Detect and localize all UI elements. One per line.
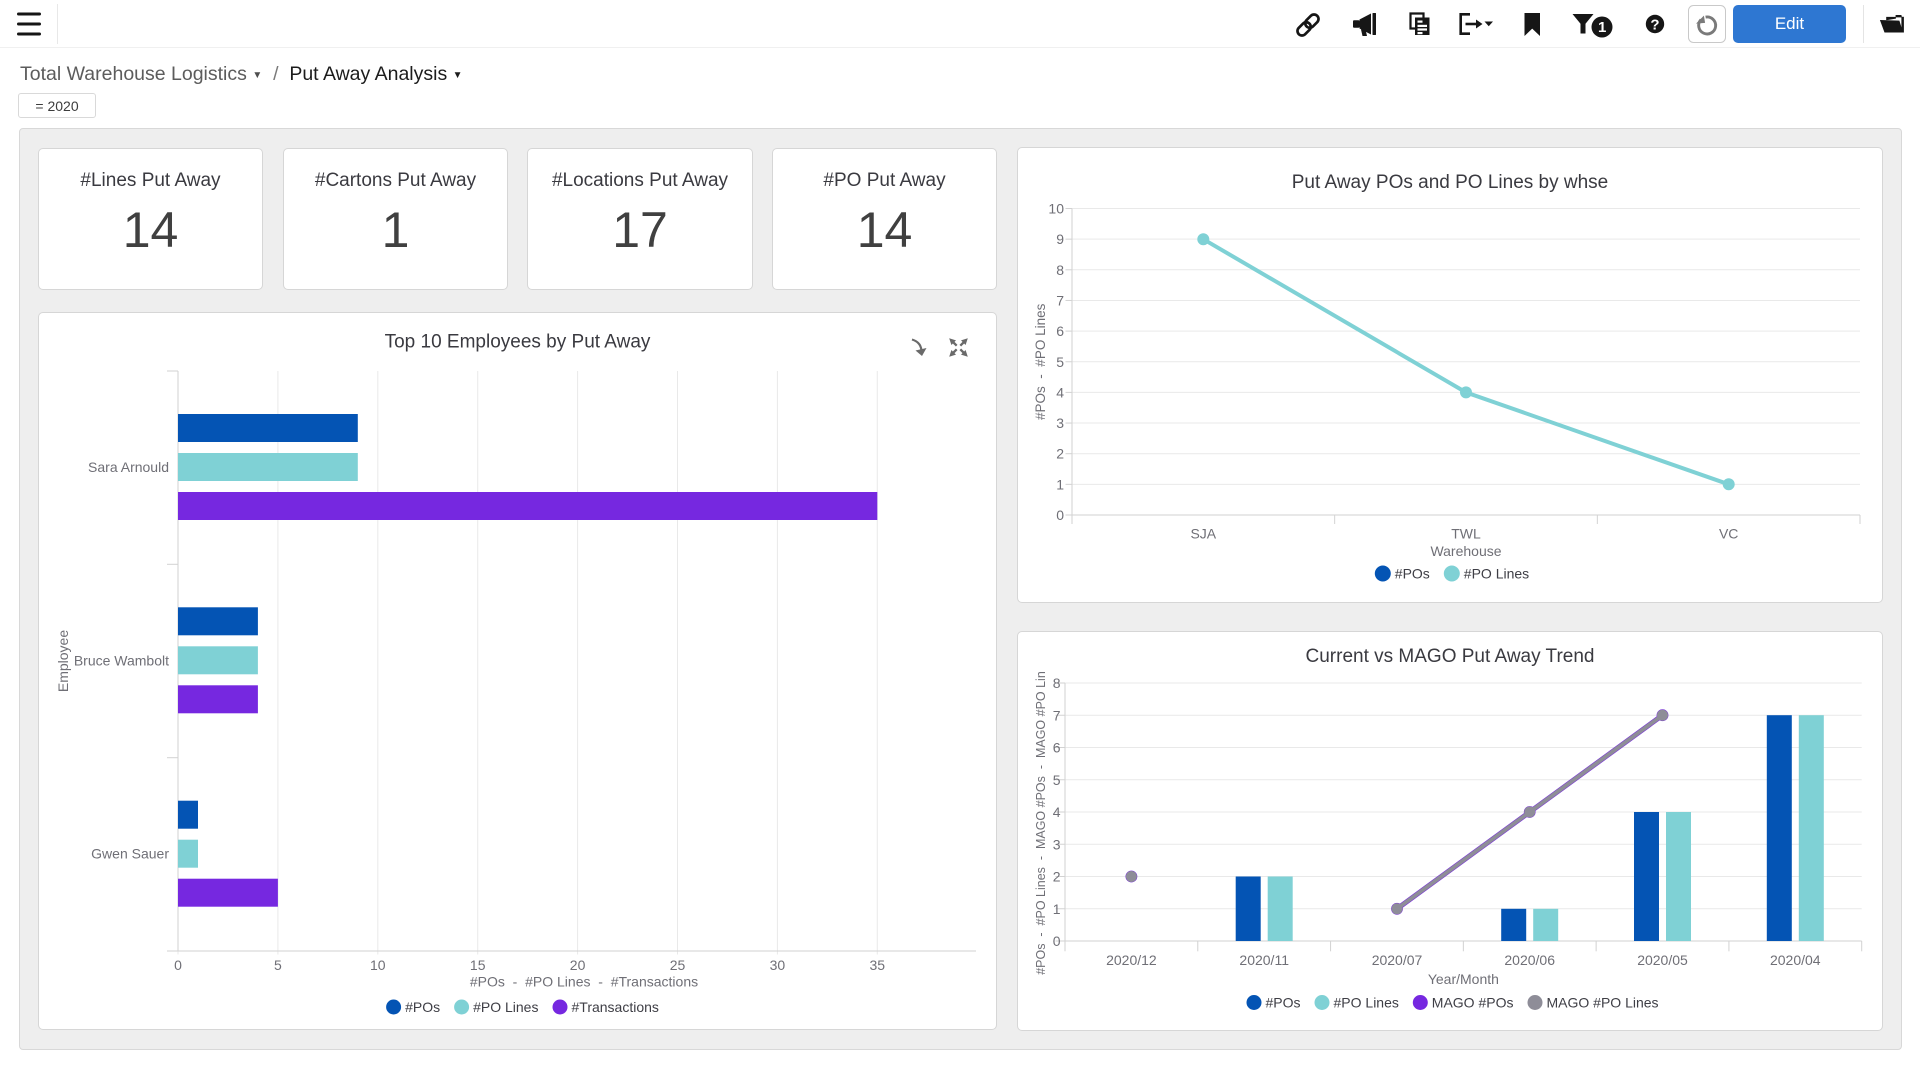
svg-text:#PO Lines: #PO Lines <box>1464 566 1529 582</box>
svg-text:5: 5 <box>1056 354 1064 370</box>
svg-text:2020/07: 2020/07 <box>1372 952 1423 968</box>
svg-text:#POs: #POs <box>405 999 440 1015</box>
svg-text:0: 0 <box>174 957 182 973</box>
svg-text:#POs - #PO Lines - #Transa: #POs - #PO Lines - #Transactions <box>470 974 698 990</box>
svg-text:#POs: #POs <box>1266 995 1301 1011</box>
svg-text:7: 7 <box>1053 707 1061 723</box>
svg-text:3: 3 <box>1056 415 1064 431</box>
svg-text:2020/12: 2020/12 <box>1106 952 1157 968</box>
svg-text:Gwen Sauer: Gwen Sauer <box>91 846 169 862</box>
svg-text:2: 2 <box>1056 446 1064 462</box>
svg-text:MAGO #PO Lines: MAGO #PO Lines <box>1547 995 1659 1011</box>
svg-text:15: 15 <box>470 957 486 973</box>
svg-text:10: 10 <box>1048 201 1064 217</box>
svg-text:#PO Lines: #PO Lines <box>1334 995 1399 1011</box>
svg-text:2: 2 <box>1053 869 1061 885</box>
svg-text:9: 9 <box>1056 231 1064 247</box>
svg-text:25: 25 <box>670 957 686 973</box>
svg-text:5: 5 <box>274 957 282 973</box>
svg-text:Year/Month: Year/Month <box>1428 971 1499 987</box>
svg-text:6: 6 <box>1053 740 1061 756</box>
svg-text:#POs - #PO Lines - MAGO #P: #POs - #PO Lines - MAGO #POs - MAGO #PO … <box>1034 671 1048 975</box>
svg-text:Top 10 Employees by Put Away: Top 10 Employees by Put Away <box>385 332 651 353</box>
svg-text:5: 5 <box>1053 772 1061 788</box>
svg-text:SJA: SJA <box>1190 526 1216 542</box>
svg-text:7: 7 <box>1056 292 1064 308</box>
svg-text:2020/06: 2020/06 <box>1504 952 1555 968</box>
svg-text:8: 8 <box>1056 262 1064 278</box>
svg-text:4: 4 <box>1056 384 1064 400</box>
svg-text:Current vs MAGO Put Away Trend: Current vs MAGO Put Away Trend <box>1306 646 1595 667</box>
svg-text:Bruce Wambolt: Bruce Wambolt <box>74 652 169 668</box>
svg-text:0: 0 <box>1056 507 1064 523</box>
svg-text:#PO Lines: #PO Lines <box>473 999 538 1015</box>
svg-text:30: 30 <box>770 957 786 973</box>
svg-text:3: 3 <box>1053 836 1061 852</box>
svg-text:Put Away POs and PO Lines by w: Put Away POs and PO Lines by whse <box>1292 172 1609 193</box>
svg-text:1: 1 <box>1053 901 1061 917</box>
svg-text:VC: VC <box>1719 526 1738 542</box>
svg-text:#Transactions: #Transactions <box>572 999 659 1015</box>
svg-text:6: 6 <box>1056 323 1064 339</box>
svg-text:2020/05: 2020/05 <box>1637 952 1688 968</box>
svg-text:?: ? <box>1650 17 1659 34</box>
svg-text:1: 1 <box>1056 476 1064 492</box>
svg-text:10: 10 <box>370 957 386 973</box>
svg-text:#POs: #POs <box>1395 566 1430 582</box>
svg-text:Employee: Employee <box>55 630 71 692</box>
svg-text:2020/04: 2020/04 <box>1770 952 1821 968</box>
svg-text:35: 35 <box>870 957 886 973</box>
svg-text:0: 0 <box>1053 933 1061 949</box>
svg-text:20: 20 <box>570 957 586 973</box>
svg-text:2020/11: 2020/11 <box>1239 952 1289 968</box>
svg-text:TWL: TWL <box>1451 526 1481 542</box>
svg-text:8: 8 <box>1053 675 1061 691</box>
svg-text:Warehouse: Warehouse <box>1430 543 1501 559</box>
svg-text:Sara Arnould: Sara Arnould <box>88 459 169 475</box>
svg-text:MAGO #POs: MAGO #POs <box>1432 995 1514 1011</box>
svg-text:1: 1 <box>1598 19 1606 36</box>
svg-text:4: 4 <box>1053 804 1061 820</box>
svg-text:#POs - #PO Lines: #POs - #PO Lines <box>1033 303 1048 420</box>
